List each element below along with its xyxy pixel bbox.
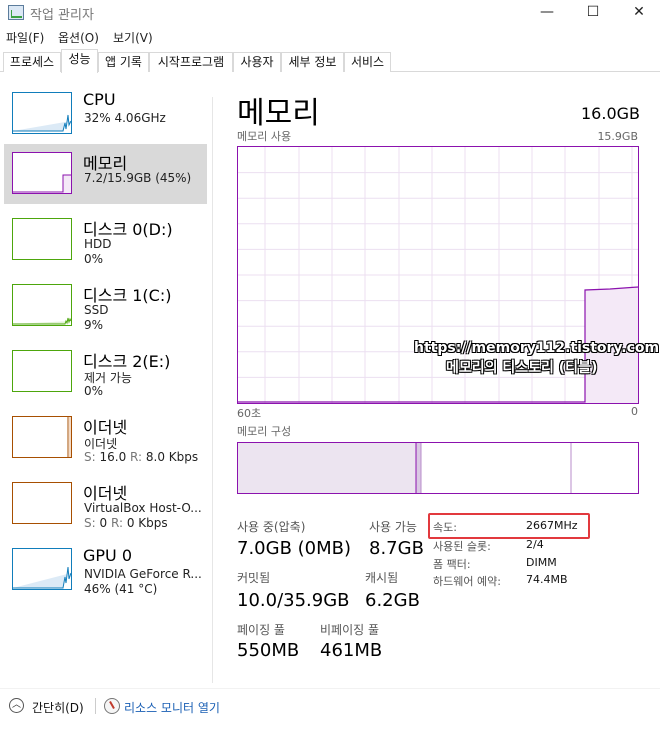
memory-thumbnail-graph bbox=[12, 152, 72, 194]
sidebar-item-name: GPU 0 bbox=[83, 546, 133, 565]
send-label: S: bbox=[84, 450, 96, 464]
fewer-details-link[interactable]: 간단히(D) bbox=[32, 699, 84, 716]
tab-users[interactable]: 사용자 bbox=[233, 52, 281, 72]
cpu-thumbnail-graph bbox=[12, 92, 72, 134]
chevron-up-icon[interactable]: ︿ bbox=[9, 698, 24, 713]
menu-bar: 파일(F) 옵션(O) 보기(V) bbox=[0, 27, 660, 47]
tab-performance[interactable]: 성능 bbox=[61, 49, 98, 73]
sidebar-item-memory[interactable]: 메모리 7.2/15.9GB (45%) bbox=[4, 144, 207, 204]
sidebar-divider bbox=[212, 97, 213, 683]
available-label: 사용 가능 bbox=[369, 520, 417, 534]
receive-label: R: bbox=[110, 516, 123, 530]
receive-value: 0 Kbps bbox=[126, 516, 168, 530]
sidebar-item-type: HDD bbox=[84, 237, 112, 251]
watermark-caption: 메모리의 티스토리 (티블) bbox=[446, 360, 598, 376]
paged-pool-label: 페이징 풀 bbox=[237, 623, 285, 637]
send-value: 0 bbox=[99, 516, 108, 530]
memory-usage-label: 메모리 사용 bbox=[237, 130, 292, 143]
sidebar-item-cpu[interactable]: CPU 32% 4.06GHz bbox=[4, 84, 207, 144]
slots-used-value: 2/4 bbox=[526, 538, 544, 551]
available-value: 8.7GB bbox=[369, 538, 424, 559]
sidebar-item-detail: S: 16.0 R: 8.0 Kbps bbox=[84, 450, 198, 464]
in-use-label: 사용 중(압축) bbox=[237, 520, 306, 534]
minimize-button[interactable]: — bbox=[524, 0, 570, 26]
sidebar-item-model: NVIDIA GeForce R... bbox=[84, 567, 202, 581]
sidebar-item-detail: 9% bbox=[84, 318, 104, 332]
memory-total: 16.0GB bbox=[581, 104, 640, 123]
send-label: S: bbox=[84, 516, 96, 530]
tab-details[interactable]: 세부 정보 bbox=[281, 52, 344, 72]
disk-0-thumbnail-graph bbox=[12, 218, 72, 260]
sidebar-item-disk-2[interactable]: 디스크 2(E:) 제거 가능 0% bbox=[4, 342, 207, 402]
tab-services[interactable]: 서비스 bbox=[344, 52, 391, 72]
footer-separator bbox=[95, 698, 96, 714]
title-bar: 작업 관리자 — ☐ ✕ bbox=[0, 0, 660, 26]
send-value: 16.0 bbox=[99, 450, 127, 464]
hardware-reserved-value: 74.4MB bbox=[526, 573, 568, 586]
ethernet-thumbnail-graph bbox=[12, 482, 72, 524]
ethernet-thumbnail-graph bbox=[12, 416, 72, 458]
sidebar-item-disk-0[interactable]: 디스크 0(D:) HDD 0% bbox=[4, 210, 207, 270]
sidebar-item-detail: 32% 4.06GHz bbox=[84, 111, 166, 125]
sidebar-item-detail: 7.2/15.9GB (45%) bbox=[84, 171, 192, 185]
open-resource-monitor-link[interactable]: 리소스 모니터 열기 bbox=[124, 699, 220, 716]
sidebar-item-detail: S: 0 R: 0 Kbps bbox=[84, 516, 168, 530]
receive-label: R: bbox=[130, 450, 143, 464]
menu-file[interactable]: 파일(F) bbox=[6, 29, 44, 46]
in-use-value: 7.0GB (0MB) bbox=[237, 538, 352, 559]
graph-axis-end: 0 bbox=[631, 405, 638, 418]
sidebar-item-disk-1[interactable]: 디스크 1(C:) SSD 9% bbox=[4, 276, 207, 336]
memory-composition-bar bbox=[237, 442, 639, 494]
graph-axis-start: 60초 bbox=[237, 407, 262, 420]
nonpaged-pool-value: 461MB bbox=[320, 640, 383, 661]
disk-2-thumbnail-graph bbox=[12, 350, 72, 392]
memory-usage-max: 15.9GB bbox=[597, 130, 638, 143]
tab-startup[interactable]: 시작프로그램 bbox=[149, 52, 233, 72]
resource-sidebar: CPU 32% 4.06GHz 메모리 7.2/15.9GB (45%) 디스크… bbox=[0, 84, 210, 614]
sidebar-item-type: SSD bbox=[84, 303, 109, 317]
cached-value: 6.2GB bbox=[365, 590, 420, 611]
hardware-reserved-label: 하드웨어 예약: bbox=[433, 575, 501, 588]
form-factor-label: 폼 팩터: bbox=[433, 558, 471, 571]
sidebar-item-name: CPU bbox=[83, 90, 116, 109]
window-title: 작업 관리자 bbox=[30, 8, 94, 23]
sidebar-item-adapter: VirtualBox Host-O... bbox=[84, 501, 202, 515]
sidebar-item-gpu[interactable]: GPU 0 NVIDIA GeForce R... 46% (41 °C) bbox=[4, 540, 207, 600]
slots-used-label: 사용된 슬롯: bbox=[433, 540, 491, 553]
footer-divider bbox=[0, 688, 660, 689]
task-manager-app-icon bbox=[8, 5, 24, 20]
menu-view[interactable]: 보기(V) bbox=[113, 29, 153, 46]
sidebar-item-detail: 46% (41 °C) bbox=[84, 582, 158, 596]
cached-label: 캐시됨 bbox=[365, 571, 399, 585]
disk-1-thumbnail-graph bbox=[12, 284, 72, 326]
memory-composition-label: 메모리 구성 bbox=[237, 425, 292, 438]
committed-value: 10.0/35.9GB bbox=[237, 590, 350, 611]
paged-pool-value: 550MB bbox=[237, 640, 300, 661]
close-button[interactable]: ✕ bbox=[616, 0, 660, 26]
sidebar-item-ethernet[interactable]: 이더넷 이더넷 S: 16.0 R: 8.0 Kbps bbox=[4, 408, 207, 468]
tab-app-history[interactable]: 앱 기록 bbox=[98, 52, 149, 72]
form-factor-value: DIMM bbox=[526, 556, 557, 569]
maximize-button[interactable]: ☐ bbox=[570, 0, 616, 26]
sidebar-item-detail: 0% bbox=[84, 384, 104, 398]
speed-highlight-box bbox=[428, 513, 590, 539]
page-title: 메모리 bbox=[237, 96, 320, 131]
receive-value: 8.0 Kbps bbox=[145, 450, 199, 464]
sidebar-item-detail: 0% bbox=[84, 252, 104, 266]
tab-processes[interactable]: 프로세스 bbox=[3, 52, 61, 72]
menu-options[interactable]: 옵션(O) bbox=[58, 29, 99, 46]
tab-bar: 프로세스 성능 앱 기록 시작프로그램 사용자 세부 정보 서비스 bbox=[0, 49, 660, 73]
resource-monitor-icon[interactable] bbox=[104, 698, 120, 714]
watermark-url: https://memory112.tistory.com bbox=[414, 340, 660, 356]
nonpaged-pool-label: 비페이징 풀 bbox=[320, 623, 380, 637]
gpu-thumbnail-graph bbox=[12, 548, 72, 590]
committed-label: 커밋됨 bbox=[237, 571, 271, 585]
sidebar-item-ethernet-virtualbox[interactable]: 이더넷 VirtualBox Host-O... S: 0 R: 0 Kbps bbox=[4, 474, 207, 534]
